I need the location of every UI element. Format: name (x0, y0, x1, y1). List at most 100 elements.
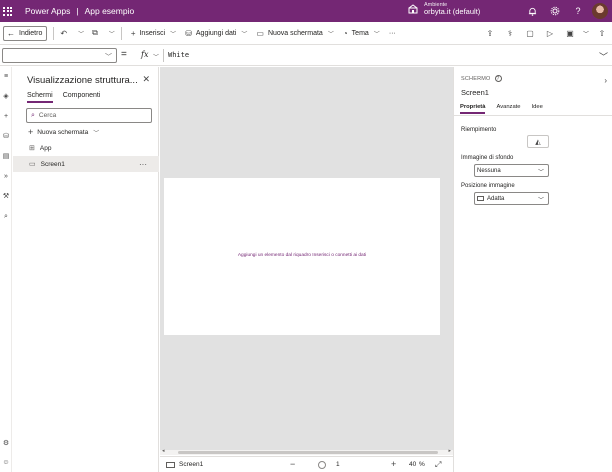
paint-bucket-icon: ◭ (535, 138, 541, 146)
power-automate-icon[interactable]: » (2, 173, 10, 181)
tab-properties[interactable]: Proprietà (460, 104, 486, 114)
share-button[interactable]: ⇪ (480, 29, 500, 38)
image-icon (477, 196, 484, 201)
divider (454, 115, 612, 116)
zoom-value[interactable]: 40 (409, 461, 416, 468)
scrollbar-thumb[interactable] (178, 451, 438, 454)
undo-menu-button[interactable]: ﹀ (73, 29, 84, 38)
insert-label: Inserisci (139, 29, 166, 37)
undo-icon: ↶ (60, 28, 68, 38)
status-bar: Screen1 − 1 + 40 % ⤢ (160, 456, 453, 472)
theme-button[interactable]: ◔ Tema ﹀ (343, 29, 380, 38)
add-data-button[interactable]: ⛁ Aggiungi dati ﹀ (185, 29, 247, 38)
zoom-slider-handle[interactable] (318, 461, 326, 469)
chevron-down-icon: ﹀ (93, 130, 100, 137)
zoom-in-button[interactable]: + (391, 459, 396, 469)
preview-button[interactable]: ▷ (540, 29, 560, 38)
environment-picker[interactable]: Ambiente orbyta.it (default) (408, 2, 480, 17)
canvas-hint: Aggiungi un elemento dal riquadro Inseri… (237, 253, 367, 258)
help-icon[interactable]: ? (572, 5, 584, 17)
undo-button[interactable]: ↶ (60, 29, 71, 38)
hamburger-icon[interactable]: ≡ (2, 73, 10, 81)
more-options-icon[interactable]: ··· (139, 160, 147, 169)
property-selector[interactable]: ﹀ (2, 48, 117, 63)
design-canvas: Aggiungi un elemento dal riquadro Inseri… (160, 67, 453, 450)
tree-item-app[interactable]: ⊞ App (13, 140, 159, 156)
tree-view-panel: Visualizzazione struttura... ✕ Schermi C… (13, 67, 159, 472)
play-icon: ▷ (546, 28, 554, 38)
background-image-label: Immagine di sfondo (461, 155, 514, 161)
screen-selector[interactable]: Screen1 (166, 461, 203, 468)
properties-tabs: Proprietà Avanzate Idee (460, 104, 554, 114)
tab-ideas[interactable]: Idee (532, 104, 543, 114)
bell-icon[interactable] (526, 5, 538, 17)
app-launcher-icon[interactable] (3, 6, 15, 16)
save-button[interactable]: ▣ (560, 29, 580, 38)
fill-label: Riempimento (461, 127, 497, 133)
zoom-slider-value: 1 (336, 461, 340, 468)
chevron-down-icon[interactable]: ﹀ (153, 52, 159, 61)
copy-menu-button[interactable]: ﹀ (104, 29, 115, 38)
avatar[interactable] (592, 3, 608, 19)
save-icon: ▣ (566, 28, 574, 38)
expand-formula-icon[interactable]: ﹀ (599, 50, 608, 63)
advanced-tools-icon[interactable]: ⚒ (2, 193, 10, 201)
tab-advanced[interactable]: Avanzate (496, 104, 520, 114)
chevron-right-icon[interactable]: › (604, 76, 607, 85)
control-type-label: SCHERMO (461, 75, 491, 82)
insert-button[interactable]: + Inserisci ﹀ (131, 29, 176, 38)
close-icon[interactable]: ✕ (142, 74, 150, 85)
back-button[interactable]: ← Indietro (3, 25, 48, 41)
formula-input[interactable]: White (168, 51, 189, 59)
panel-title: Visualizzazione struttura... (27, 75, 138, 86)
search-icon: ⌕ (31, 111, 35, 119)
fx-icon[interactable]: fx (141, 50, 148, 59)
tab-components[interactable]: Componenti (63, 92, 101, 103)
chevron-down-icon: ﹀ (537, 198, 544, 204)
app-screen[interactable]: Aggiungi un elemento dal riquadro Inseri… (164, 178, 440, 335)
data-icon[interactable]: ⛁ (2, 133, 10, 141)
new-screen-button[interactable]: + Nuova schermata ﹀ (28, 127, 99, 137)
scroll-left-icon[interactable]: ◂ (162, 448, 165, 454)
gear-icon[interactable] (549, 5, 561, 17)
chevron-down-icon: ﹀ (170, 31, 177, 38)
publish-button[interactable]: ⇧ (592, 29, 612, 38)
zoom-out-button[interactable]: − (290, 459, 295, 469)
tree-search[interactable]: ⌕ (26, 108, 152, 123)
app-header: Power Apps | App esempio Ambiente orbyta… (0, 0, 612, 22)
more-button[interactable]: ··· (389, 30, 396, 37)
search-icon[interactable]: ⌕ (2, 213, 10, 221)
product-name[interactable]: Power Apps (25, 6, 70, 16)
tree-item-screen1[interactable]: ▭ Screen1 ··· (13, 156, 159, 172)
save-menu-button[interactable]: ﹀ (580, 29, 592, 38)
divider (120, 26, 122, 40)
image-position-dropdown[interactable]: Adatta ﹀ (474, 192, 549, 205)
chevron-down-icon: ﹀ (78, 31, 85, 38)
help-icon[interactable]: ? (494, 75, 502, 82)
app-title: App esempio (84, 6, 135, 16)
comments-button[interactable]: ▢ (520, 29, 540, 38)
image-position-label: Posizione immagine (461, 183, 515, 189)
plus-icon: + (28, 127, 34, 137)
app-checker-button[interactable]: ⚕ (500, 29, 520, 38)
equals-sign: = (121, 49, 127, 60)
gear-icon[interactable]: ⚙ (2, 440, 10, 448)
back-arrow-icon: ← (7, 28, 15, 38)
tree-view-icon[interactable]: ◈ (2, 93, 10, 101)
horizontal-scrollbar[interactable]: ◂ ▸ (160, 448, 453, 455)
media-icon[interactable]: ▤ (2, 153, 10, 161)
copy-icon: ⧉ (92, 28, 98, 37)
scroll-right-icon[interactable]: ▸ (448, 448, 451, 454)
new-screen-button[interactable]: ▭ Nuova schermata ﹀ (256, 29, 333, 38)
chevron-down-icon: ﹀ (537, 170, 544, 176)
copy-button[interactable]: ⧉ (92, 28, 102, 38)
control-type: SCHERMO ? (461, 75, 502, 82)
insert-icon[interactable]: + (2, 113, 10, 121)
fill-color-button[interactable]: ◭ (527, 135, 549, 148)
control-name[interactable]: Screen1 (461, 88, 489, 97)
tab-screens[interactable]: Schermi (27, 92, 53, 103)
virtual-agent-icon[interactable]: ☺ (2, 459, 10, 467)
background-image-dropdown[interactable]: Nessuna ﹀ (474, 164, 549, 177)
fit-to-window-icon[interactable]: ⤢ (435, 460, 441, 470)
search-input[interactable] (38, 112, 139, 119)
